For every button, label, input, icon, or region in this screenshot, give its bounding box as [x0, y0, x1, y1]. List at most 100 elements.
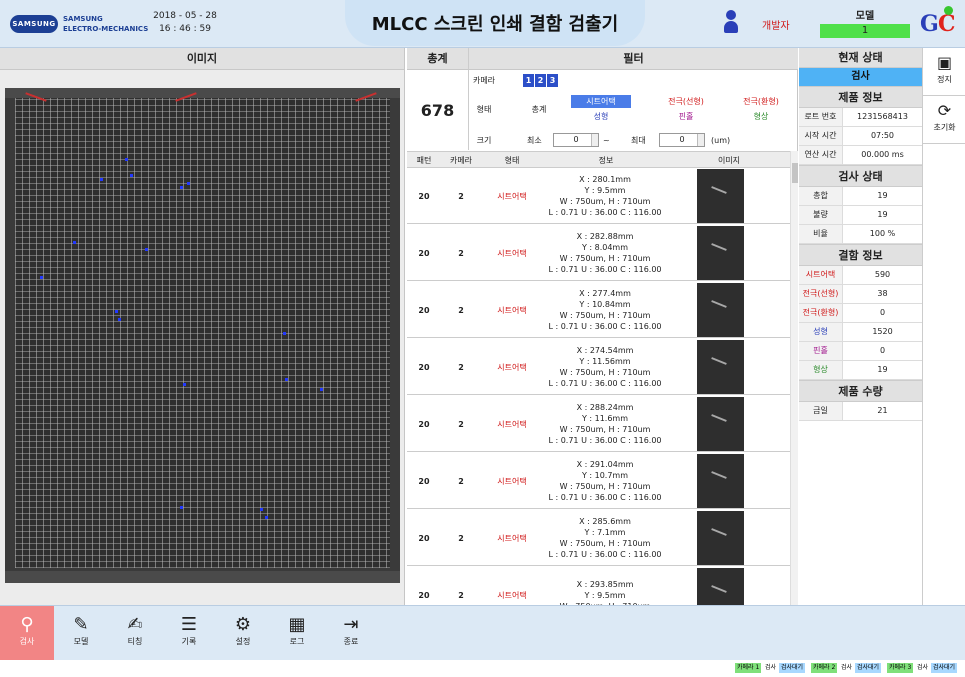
table-scrollbar[interactable]: [790, 151, 798, 605]
nav-settings[interactable]: ⚙ 설정: [216, 606, 270, 661]
defect-marker: [125, 158, 128, 161]
row-pattern: 20: [418, 590, 430, 600]
row-camera: 2: [458, 533, 464, 543]
edit-document-icon: ✎: [73, 614, 89, 635]
table-row[interactable]: 20 2 시트어택 X : 288.24mm Y : 11.6mm W : 750um, …: [407, 396, 790, 452]
scrollbar-thumb[interactable]: [792, 163, 798, 183]
sum-value: 19: [877, 191, 888, 200]
defect-marker: [320, 388, 323, 391]
type-pinhole-button[interactable]: 핀홀: [656, 110, 716, 123]
defect-thumbnail: [697, 340, 744, 394]
row-info-line: L : 0.71 U : 36.00 C : 116.00: [548, 322, 662, 331]
defect-info-value: 590: [874, 270, 891, 279]
defect-marker: [285, 378, 288, 381]
camera-2-button[interactable]: 2: [535, 74, 546, 87]
nav-teaching[interactable]: ✍ 티칭: [108, 606, 162, 661]
table-row[interactable]: 20 2 시트어택 X : 293.85mmY : 9.5mmW : 750um, H…: [407, 567, 790, 605]
camera-status-tag: 카메라 1: [735, 663, 762, 673]
row-info-line: W : 750um, H : 710um: [559, 482, 651, 491]
defect-info-list: 시트어택 590 전극(선형) 38 전극(환형) 0 성형 1520 핀홀 0 형상 19: [799, 266, 922, 380]
start-row: 시작 시간 07:50: [799, 127, 922, 146]
table-row[interactable]: 20 2 시트어택 X : 274.54mm Y : 11.56mm W : 750um,…: [407, 339, 790, 395]
defect-marker: [180, 186, 183, 189]
table-row[interactable]: 20 2 시트어택 X : 277.4mm Y : 10.84mm W : 750um, …: [407, 282, 790, 338]
defect-info-value: 0: [879, 308, 886, 317]
datetime: 2018 - 05 - 28 16 : 46 : 59: [150, 10, 220, 36]
defect-info-label: 성형: [799, 323, 843, 341]
thumbnail-defect-line: [711, 585, 727, 593]
stop-label: 정지: [937, 75, 952, 84]
defect-table-body[interactable]: 20 2 시트어택 X : 280.1mm Y : 9.5mm W : 750um, H …: [407, 168, 790, 605]
row-info: X : 293.85mmY : 9.5mmW : 750um, H : 710u…: [545, 567, 665, 606]
size-unit: (um): [711, 136, 731, 145]
ratio-row: 비율 100 %: [799, 225, 922, 244]
row-info: X : 277.4mm Y : 10.84mm W : 750um, H : 710…: [545, 282, 665, 338]
row-type: 시트어택: [497, 248, 527, 258]
nav-history[interactable]: ☰ 기록: [162, 606, 216, 661]
calc-row: 연산 시간 00.000 ms: [799, 146, 922, 165]
model-value: 1: [820, 24, 910, 38]
sum-label: 총합: [799, 187, 843, 205]
table-row[interactable]: 20 2 시트어택 X : 280.1mm Y : 9.5mm W : 750um, H …: [407, 168, 790, 224]
table-row[interactable]: 20 2 시트어택 X : 282.88mm Y : 8.04mm W : 750um, …: [407, 225, 790, 281]
reset-button[interactable]: ⟳ 초기화: [923, 96, 965, 144]
table-row[interactable]: 20 2 시트어택 X : 285.6mm Y : 7.1mm W : 750um, H …: [407, 510, 790, 566]
nav-inspect[interactable]: ⚲ 검사: [0, 606, 54, 661]
camera-1-button[interactable]: 1: [523, 74, 534, 87]
stop-button[interactable]: ▣ 정지: [923, 48, 965, 96]
table-row[interactable]: 20 2 시트어택 X : 291.04mm Y : 10.7mm W : 750um, …: [407, 453, 790, 509]
nav-log[interactable]: ▦ 로그: [270, 606, 324, 661]
max-size-input[interactable]: 0: [659, 133, 705, 147]
inspection-state-title: 검사 상태: [799, 165, 922, 187]
row-info-line: W : 750um, H : 710um: [559, 254, 651, 263]
defect-info-label: 형상: [799, 361, 843, 379]
type-forming-button[interactable]: 성형: [571, 110, 631, 123]
row-info-line: Y : 9.5mm: [584, 590, 626, 600]
thumbnail-defect-line: [711, 528, 727, 536]
defect-info-row: 시트어택 590: [799, 266, 922, 285]
defect-thumbnail: [697, 454, 744, 508]
type-electrode-linear-button[interactable]: 전극(선형): [656, 95, 716, 108]
type-total-button[interactable]: 총계: [519, 103, 559, 116]
product-info-title: 제품 정보: [799, 86, 922, 108]
bad-row: 불량 19: [799, 206, 922, 225]
row-pattern: 20: [418, 191, 430, 201]
defect-thumbnail: [697, 283, 744, 337]
row-info-line: W : 750um, H : 710um: [559, 197, 651, 206]
row-info-line: W : 750um, H : 710um: [559, 539, 651, 548]
row-pattern: 20: [418, 533, 430, 543]
max-size-spinner[interactable]: [697, 134, 704, 146]
min-size-input[interactable]: 0: [553, 133, 599, 147]
row-info-line: X : 280.1mm: [579, 175, 631, 184]
gtc-logo-g: G: [920, 11, 939, 37]
camera-filter-label: 카메라: [472, 76, 496, 85]
user-icon-head: [726, 10, 736, 20]
camera-status-bar: 카메라 1 검사 검사대기 카메라 2 검사 검사대기 카메라 3 검사 검사대기: [0, 660, 965, 677]
min-size-spinner[interactable]: [591, 134, 598, 146]
nav-model[interactable]: ✎ 모델: [54, 606, 108, 661]
user-icon-body: [724, 21, 738, 33]
row-info-line: Y : 10.84mm: [579, 300, 631, 309]
col-camera: 카메라: [449, 156, 473, 165]
camera-status-tag: 카메라 3: [887, 663, 914, 673]
col-image: 이미지: [717, 156, 741, 165]
type-electrode-ring-button[interactable]: 전극(환형): [731, 95, 791, 108]
inspection-image[interactable]: [5, 88, 400, 583]
type-shape-button[interactable]: 형상: [731, 110, 791, 123]
log-icon: ▦: [288, 614, 306, 635]
nav-exit-label: 종료: [343, 637, 359, 646]
row-info: X : 280.1mm Y : 9.5mm W : 750um, H : 710um…: [545, 168, 665, 224]
row-info: X : 285.6mm Y : 7.1mm W : 750um, H : 710um…: [545, 510, 665, 566]
nav-teaching-label: 티칭: [127, 637, 143, 646]
type-sheet-attack-button[interactable]: 시트어택: [571, 95, 631, 108]
row-pattern: 20: [418, 248, 430, 258]
company-name: SAMSUNG ELECTRO-MECHANICS: [63, 14, 148, 34]
row-pattern: 20: [418, 419, 430, 429]
gtc-logo: G C: [918, 3, 958, 43]
defect-marker: [187, 182, 190, 185]
defect-info-label: 전극(선형): [799, 285, 843, 303]
camera-3-button[interactable]: 3: [547, 74, 558, 87]
col-type: 형태: [504, 156, 520, 165]
defect-info-row: 핀홀 0: [799, 342, 922, 361]
nav-exit[interactable]: ⇥ 종료: [324, 606, 378, 661]
